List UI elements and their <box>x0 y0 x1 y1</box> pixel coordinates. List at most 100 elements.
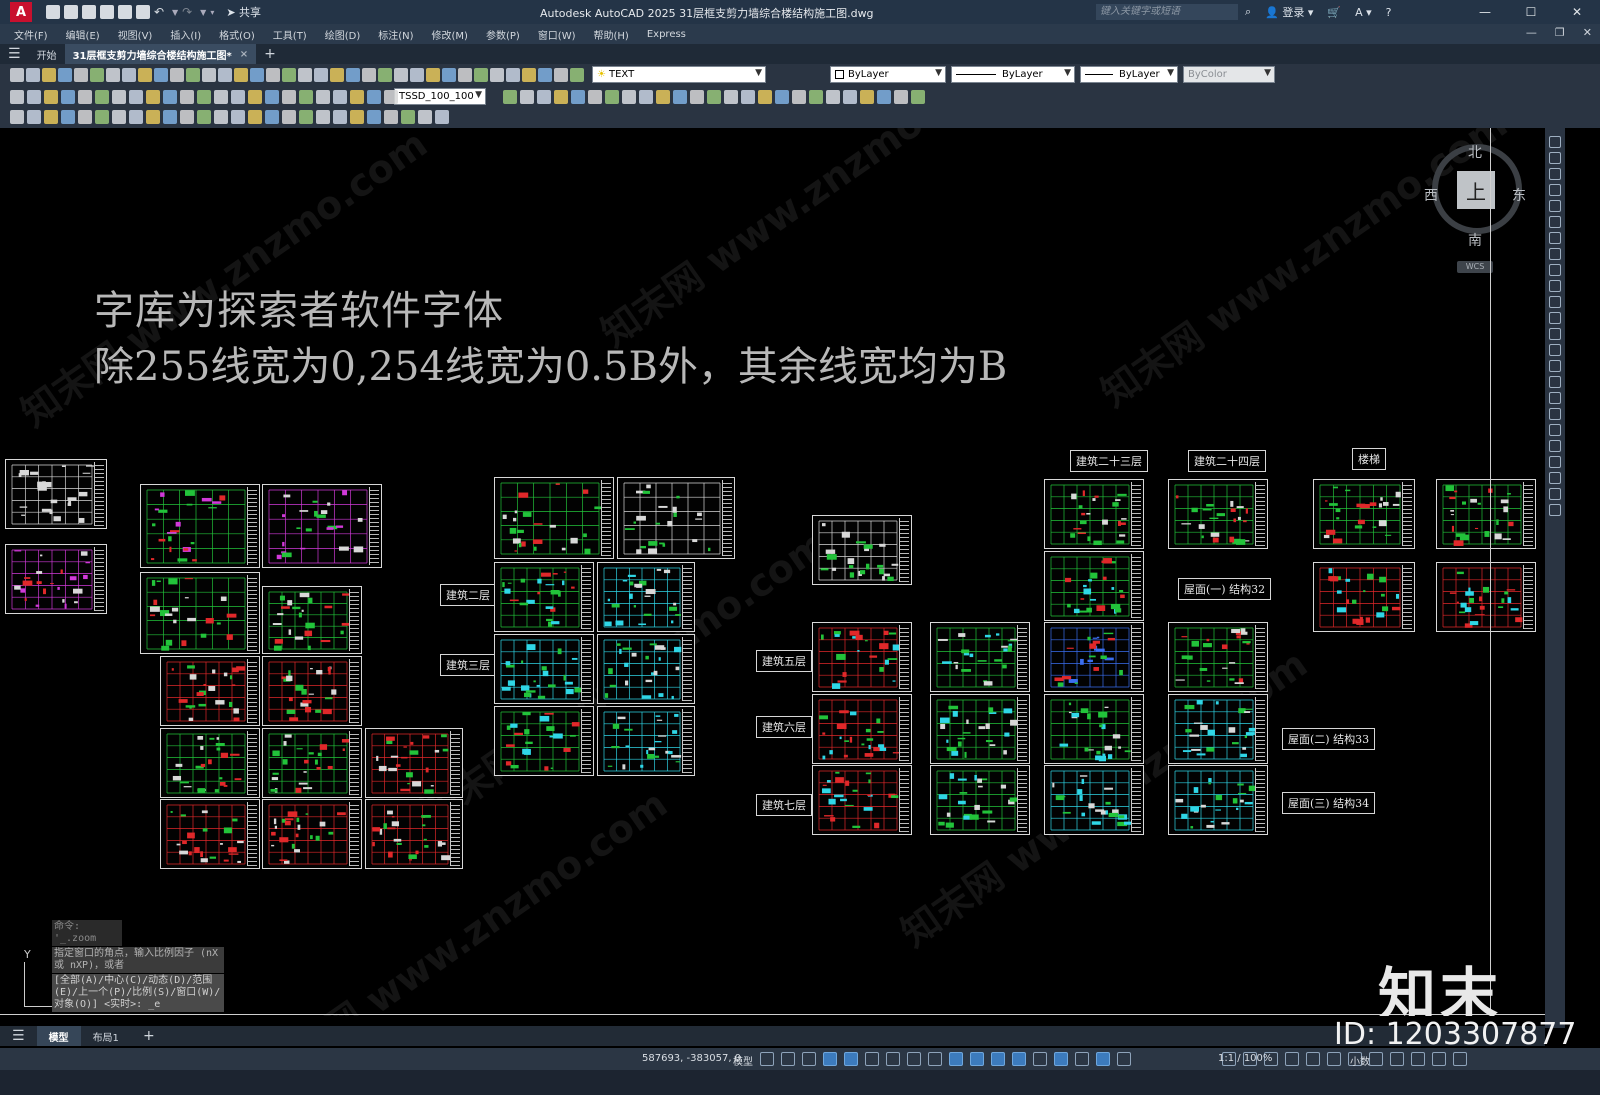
toolbar-tool-icon[interactable] <box>673 90 687 104</box>
toolbar-tool-icon[interactable] <box>231 110 245 124</box>
menu-draw[interactable]: 绘图(D) <box>325 27 361 42</box>
menu-insert[interactable]: 插入(I) <box>170 27 201 42</box>
menu-view[interactable]: 视图(V) <box>118 27 153 42</box>
toolbar-tool-icon[interactable] <box>10 68 24 82</box>
toolbar-tool-icon[interactable] <box>106 68 120 82</box>
toolbar-tool-icon[interactable] <box>605 90 619 104</box>
status-toggle-icon[interactable] <box>1369 1052 1383 1066</box>
status-toggle-icon[interactable] <box>991 1052 1005 1066</box>
toolbar-tool-icon[interactable] <box>163 90 177 104</box>
drawing-sheet[interactable] <box>262 799 362 869</box>
drawing-sheet[interactable] <box>494 706 594 776</box>
status-toggle-icon[interactable] <box>907 1052 921 1066</box>
menu-tools[interactable]: 工具(T) <box>273 27 307 42</box>
drawing-sheet[interactable] <box>1436 562 1536 632</box>
add-layout-button[interactable]: + <box>131 1026 167 1046</box>
drawing-sheet[interactable] <box>160 799 260 869</box>
toolbar-tool-icon[interactable] <box>146 110 160 124</box>
toolbar-tool-icon[interactable] <box>265 110 279 124</box>
toolbar-tool-icon[interactable] <box>314 68 328 82</box>
drawing-sheet[interactable] <box>1313 562 1415 632</box>
toolbar-tool-icon[interactable] <box>522 68 536 82</box>
toolbar-tool-icon[interactable] <box>911 90 925 104</box>
modify-tool-icon[interactable] <box>1549 248 1561 260</box>
drawing-sheet[interactable] <box>1168 479 1268 549</box>
drawing-sheet[interactable] <box>597 634 695 704</box>
toolbar-tool-icon[interactable] <box>809 90 823 104</box>
coordinates-readout[interactable]: 587693, -383057, 0 <box>642 1053 741 1064</box>
toolbar-tool-icon[interactable] <box>42 68 56 82</box>
menu-file[interactable]: 文件(F) <box>14 27 48 42</box>
share-button[interactable]: ➤ 共享 <box>226 4 261 20</box>
drawing-sheet[interactable] <box>140 572 260 654</box>
status-toggle-icon[interactable] <box>865 1052 879 1066</box>
drawing-sheet[interactable] <box>1044 622 1144 692</box>
toolbar-tool-icon[interactable] <box>316 90 330 104</box>
toolbar-tool-icon[interactable] <box>282 110 296 124</box>
toolbar-tool-icon[interactable] <box>622 90 636 104</box>
modify-tool-icon[interactable] <box>1549 312 1561 324</box>
menu-help[interactable]: 帮助(H) <box>594 27 629 42</box>
toolbar-tool-icon[interactable] <box>378 68 392 82</box>
toolbar-tool-icon[interactable] <box>231 90 245 104</box>
lineweight-dropdown[interactable]: ByLayer ▼ <box>1080 66 1178 83</box>
toolbar-tool-icon[interactable] <box>346 68 360 82</box>
toolbar-tool-icon[interactable] <box>894 90 908 104</box>
modify-tool-icon[interactable] <box>1549 216 1561 228</box>
save-icon[interactable] <box>82 5 96 19</box>
app-menu-icon[interactable]: ☰ <box>0 44 29 64</box>
toolbar-tool-icon[interactable] <box>554 90 568 104</box>
modify-tool-icon[interactable] <box>1549 456 1561 468</box>
toolbar-tool-icon[interactable] <box>435 110 449 124</box>
toolbar-tool-icon[interactable] <box>571 90 585 104</box>
toolbar-tool-icon[interactable] <box>367 90 381 104</box>
toolbar-tool-icon[interactable] <box>90 68 104 82</box>
toolbar-tool-icon[interactable] <box>860 90 874 104</box>
toolbar-tool-icon[interactable] <box>218 68 232 82</box>
toolbar-tool-icon[interactable] <box>775 90 789 104</box>
open-file-icon[interactable] <box>64 5 78 19</box>
toolbar-tool-icon[interactable] <box>61 110 75 124</box>
toolbar-tool-icon[interactable] <box>26 68 40 82</box>
status-toggle-icon[interactable] <box>928 1052 942 1066</box>
drawing-sheet[interactable] <box>812 515 912 585</box>
toolbar-tool-icon[interactable] <box>506 68 520 82</box>
toolbar-tool-icon[interactable] <box>298 68 312 82</box>
print-icon[interactable] <box>136 5 150 19</box>
toolbar-tool-icon[interactable] <box>234 68 248 82</box>
toolbar-tool-icon[interactable] <box>10 110 24 124</box>
toolbar-tool-icon[interactable] <box>170 68 184 82</box>
toolbar-tool-icon[interactable] <box>418 110 432 124</box>
menu-edit[interactable]: 编辑(E) <box>66 27 100 42</box>
drawing-sheet[interactable] <box>160 656 260 726</box>
status-toggle-icon[interactable] <box>1432 1052 1446 1066</box>
drawing-sheet[interactable] <box>930 765 1030 835</box>
units-display[interactable]: 小数 <box>1350 1053 1370 1068</box>
modify-tool-icon[interactable] <box>1549 264 1561 276</box>
modify-tool-icon[interactable] <box>1549 488 1561 500</box>
undo-dropdown-icon[interactable]: ▼ <box>172 8 178 17</box>
status-toggle-icon[interactable] <box>1306 1052 1320 1066</box>
status-toggle-icon[interactable] <box>781 1052 795 1066</box>
login-button[interactable]: 👤 登录 ▾ <box>1265 4 1313 20</box>
modify-tool-icon[interactable] <box>1549 136 1561 148</box>
toolbar-tool-icon[interactable] <box>58 68 72 82</box>
viewcube-west[interactable]: 西 <box>1424 185 1438 205</box>
toolbar-tool-icon[interactable] <box>503 90 517 104</box>
drawing-sheet[interactable] <box>812 765 912 835</box>
status-toggle-icon[interactable] <box>1096 1052 1110 1066</box>
drawing-sheet[interactable] <box>160 728 260 798</box>
modify-tool-icon[interactable] <box>1549 296 1561 308</box>
toolbar-tool-icon[interactable] <box>639 90 653 104</box>
toolbar-tool-icon[interactable] <box>129 110 143 124</box>
toolbar-tool-icon[interactable] <box>197 90 211 104</box>
modify-tool-icon[interactable] <box>1549 344 1561 356</box>
status-toggle-icon[interactable] <box>802 1052 816 1066</box>
drawing-sheet[interactable] <box>262 586 362 654</box>
toolbar-tool-icon[interactable] <box>410 68 424 82</box>
toolbar-tool-icon[interactable] <box>538 68 552 82</box>
maximize-button[interactable]: ☐ <box>1508 0 1554 24</box>
toolbar-tool-icon[interactable] <box>490 68 504 82</box>
drawing-sheet[interactable] <box>617 477 735 559</box>
autodesk-account-icon[interactable]: A ▾ <box>1355 6 1372 19</box>
